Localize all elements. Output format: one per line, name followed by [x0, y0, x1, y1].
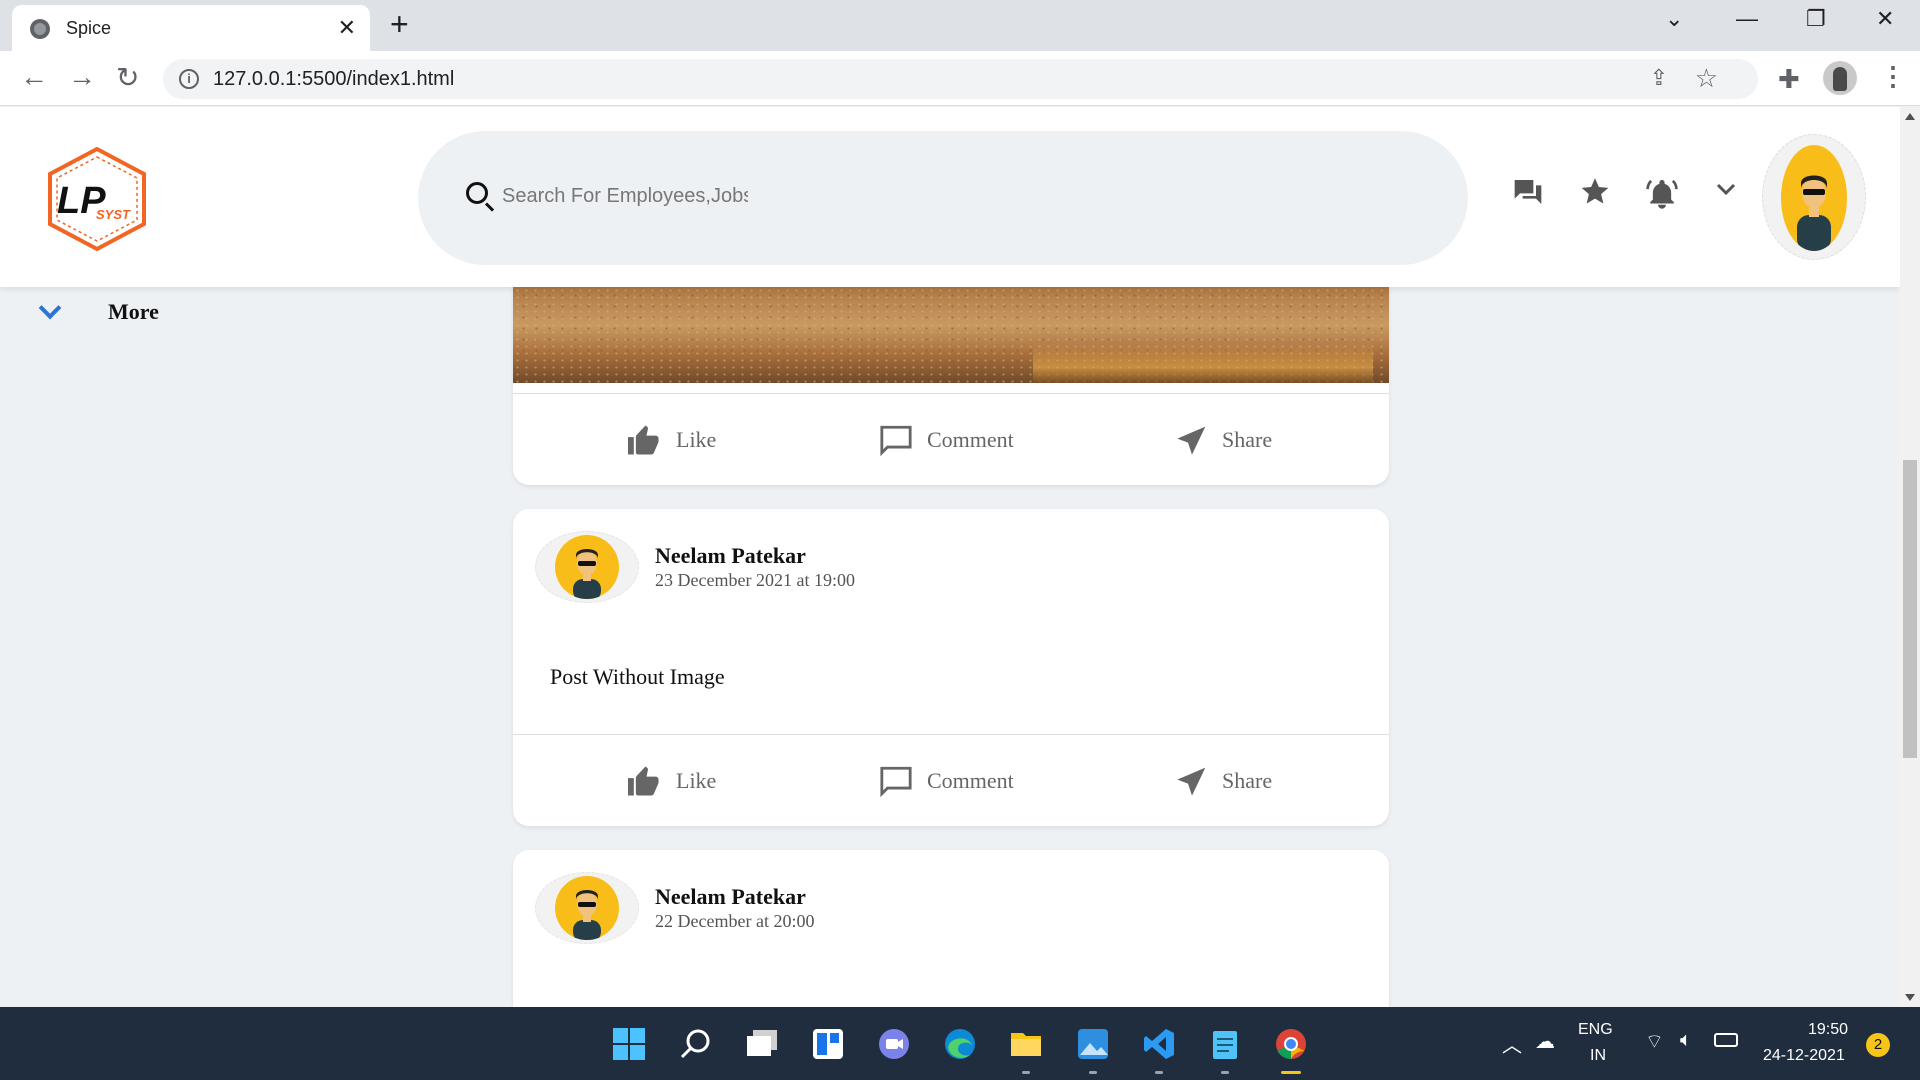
restore-button[interactable]: ❐ [1806, 6, 1826, 32]
browser-menu-icon[interactable]: ⋮ [1880, 61, 1906, 92]
site-info-icon[interactable]: i [179, 69, 199, 89]
minimize-button[interactable]: — [1736, 6, 1758, 32]
input-region[interactable]: IN [1590, 1047, 1606, 1065]
search-bar[interactable] [418, 131, 1468, 265]
forward-arrow-icon[interactable]: → [68, 61, 96, 93]
scroll-up-arrow-icon[interactable] [1905, 113, 1915, 120]
scrollbar-thumb[interactable] [1903, 460, 1917, 758]
input-language[interactable]: ENG [1578, 1021, 1613, 1039]
address-bar[interactable]: i 127.0.0.1:5500/index1.html ⇪ ☆ [163, 59, 1758, 99]
post-actions: Like Comment Share [513, 393, 1389, 485]
post-timestamp: 23 December 2021 at 19:00 [655, 570, 855, 590]
share-button[interactable]: Share [1176, 424, 1272, 456]
thumbs-up-icon [628, 766, 659, 796]
volume-icon[interactable]: 🔈︎ [1680, 1029, 1692, 1052]
windows-start-icon[interactable] [612, 1027, 646, 1061]
post-card: Neelam Patekar 23 December 2021 at 19:00… [513, 509, 1389, 826]
avatar-illustration [573, 549, 601, 599]
search-input[interactable] [502, 179, 748, 213]
onedrive-cloud-icon[interactable]: ☁ [1535, 1029, 1555, 1054]
tab-search-icon[interactable]: ⌄ [1665, 6, 1683, 32]
teams-chat-icon[interactable] [877, 1027, 911, 1061]
post-card: Neelam Patekar 22 December at 20:00 [513, 850, 1389, 1007]
share-label: Share [1222, 768, 1273, 793]
new-tab-button[interactable]: + [390, 6, 409, 43]
clock-date[interactable]: 24-12-2021 [1763, 1047, 1845, 1065]
user-avatar[interactable] [1762, 134, 1866, 260]
page-viewport: Like Comment Share Neelam Patekar 23 Dec… [0, 107, 1900, 1007]
address-url[interactable]: 127.0.0.1:5500/index1.html [213, 68, 454, 91]
search-icon [466, 182, 488, 204]
like-label: Like [676, 427, 717, 452]
svg-text:SYST: SYST [96, 207, 131, 222]
author-avatar[interactable] [535, 872, 639, 944]
like-button[interactable]: Like [626, 424, 716, 456]
browser-profile-avatar[interactable] [1823, 61, 1857, 95]
avatar-illustration [573, 890, 601, 940]
comment-button[interactable]: Comment [879, 765, 1014, 797]
site-header: LP SYST [0, 107, 1900, 287]
globe-icon [30, 19, 50, 39]
windows-taskbar: ︿ ☁ ENG IN ⌔ 🔈︎ 19:50 24-12-2021 [0, 1007, 1920, 1080]
wifi-icon[interactable]: ⌔ [1645, 1029, 1664, 1054]
comment-label: Comment [927, 768, 1014, 793]
share-label: Share [1222, 427, 1273, 452]
share-arrow-icon [1177, 426, 1206, 455]
avatar-illustration [1797, 175, 1831, 251]
edge-browser-icon[interactable] [943, 1027, 977, 1061]
comment-button[interactable]: Comment [879, 424, 1014, 456]
sidebar-more-label: More [108, 299, 159, 324]
thumbs-up-icon [628, 425, 659, 455]
widgets-icon[interactable] [811, 1027, 845, 1061]
file-explorer-icon[interactable] [1009, 1027, 1043, 1061]
battery-icon[interactable] [1714, 1033, 1738, 1047]
post-actions: Like Comment Share [513, 734, 1389, 826]
clock-time[interactable]: 19:50 [1808, 1021, 1848, 1039]
post-timestamp: 22 December at 20:00 [655, 911, 815, 931]
scroll-down-arrow-icon[interactable] [1905, 994, 1915, 1001]
browser-toolbar: ← → ↻ i 127.0.0.1:5500/index1.html ⇪ ☆ ✚… [0, 51, 1920, 106]
reload-icon[interactable]: ↻ [116, 61, 139, 94]
close-window-button[interactable]: ✕ [1876, 6, 1894, 32]
browser-tab-strip: Spice ✕ + ⌄ — ❐ ✕ [0, 0, 1920, 51]
share-page-icon[interactable]: ⇪ [1650, 65, 1668, 91]
post-author-name[interactable]: Neelam Patekar [655, 884, 806, 910]
chrome-browser-icon[interactable] [1274, 1027, 1308, 1061]
post-author-name[interactable]: Neelam Patekar [655, 543, 806, 569]
close-tab-icon[interactable]: ✕ [338, 15, 356, 41]
share-arrow-icon [1177, 767, 1206, 796]
notification-count-badge[interactable]: 2 [1866, 1033, 1890, 1057]
comment-label: Comment [927, 427, 1014, 452]
tray-overflow-chevron-icon[interactable]: ︿ [1502, 1029, 1522, 1058]
share-button[interactable]: Share [1176, 765, 1272, 797]
photos-icon[interactable] [1076, 1027, 1110, 1061]
chevron-down-icon[interactable] [1716, 183, 1736, 197]
author-avatar[interactable] [535, 531, 639, 603]
notepad-icon[interactable] [1208, 1027, 1242, 1061]
page-scrollbar[interactable] [1900, 107, 1920, 1007]
like-button[interactable]: Like [626, 765, 716, 797]
company-logo[interactable]: LP SYST [44, 147, 150, 251]
vscode-icon[interactable] [1142, 1027, 1176, 1061]
bookmark-star-icon[interactable]: ☆ [1695, 63, 1718, 94]
post-body-text: Post Without Image [550, 664, 725, 689]
chevron-down-icon [38, 296, 62, 320]
tab-title: Spice [66, 18, 112, 38]
notification-bell-icon[interactable] [1645, 177, 1679, 209]
back-arrow-icon[interactable]: ← [20, 61, 48, 93]
comment-icon [880, 425, 912, 456]
search-icon[interactable] [679, 1027, 713, 1061]
comment-icon [880, 766, 912, 797]
post-image [513, 287, 1389, 383]
sidebar-more-toggle[interactable]: More [38, 292, 159, 332]
extensions-puzzle-icon[interactable]: ✚ [1778, 64, 1800, 95]
like-label: Like [676, 768, 717, 793]
task-view-icon[interactable] [745, 1027, 779, 1061]
browser-tab-active[interactable]: Spice ✕ [12, 5, 370, 51]
messages-icon[interactable] [1512, 177, 1544, 207]
star-icon[interactable] [1580, 177, 1610, 207]
